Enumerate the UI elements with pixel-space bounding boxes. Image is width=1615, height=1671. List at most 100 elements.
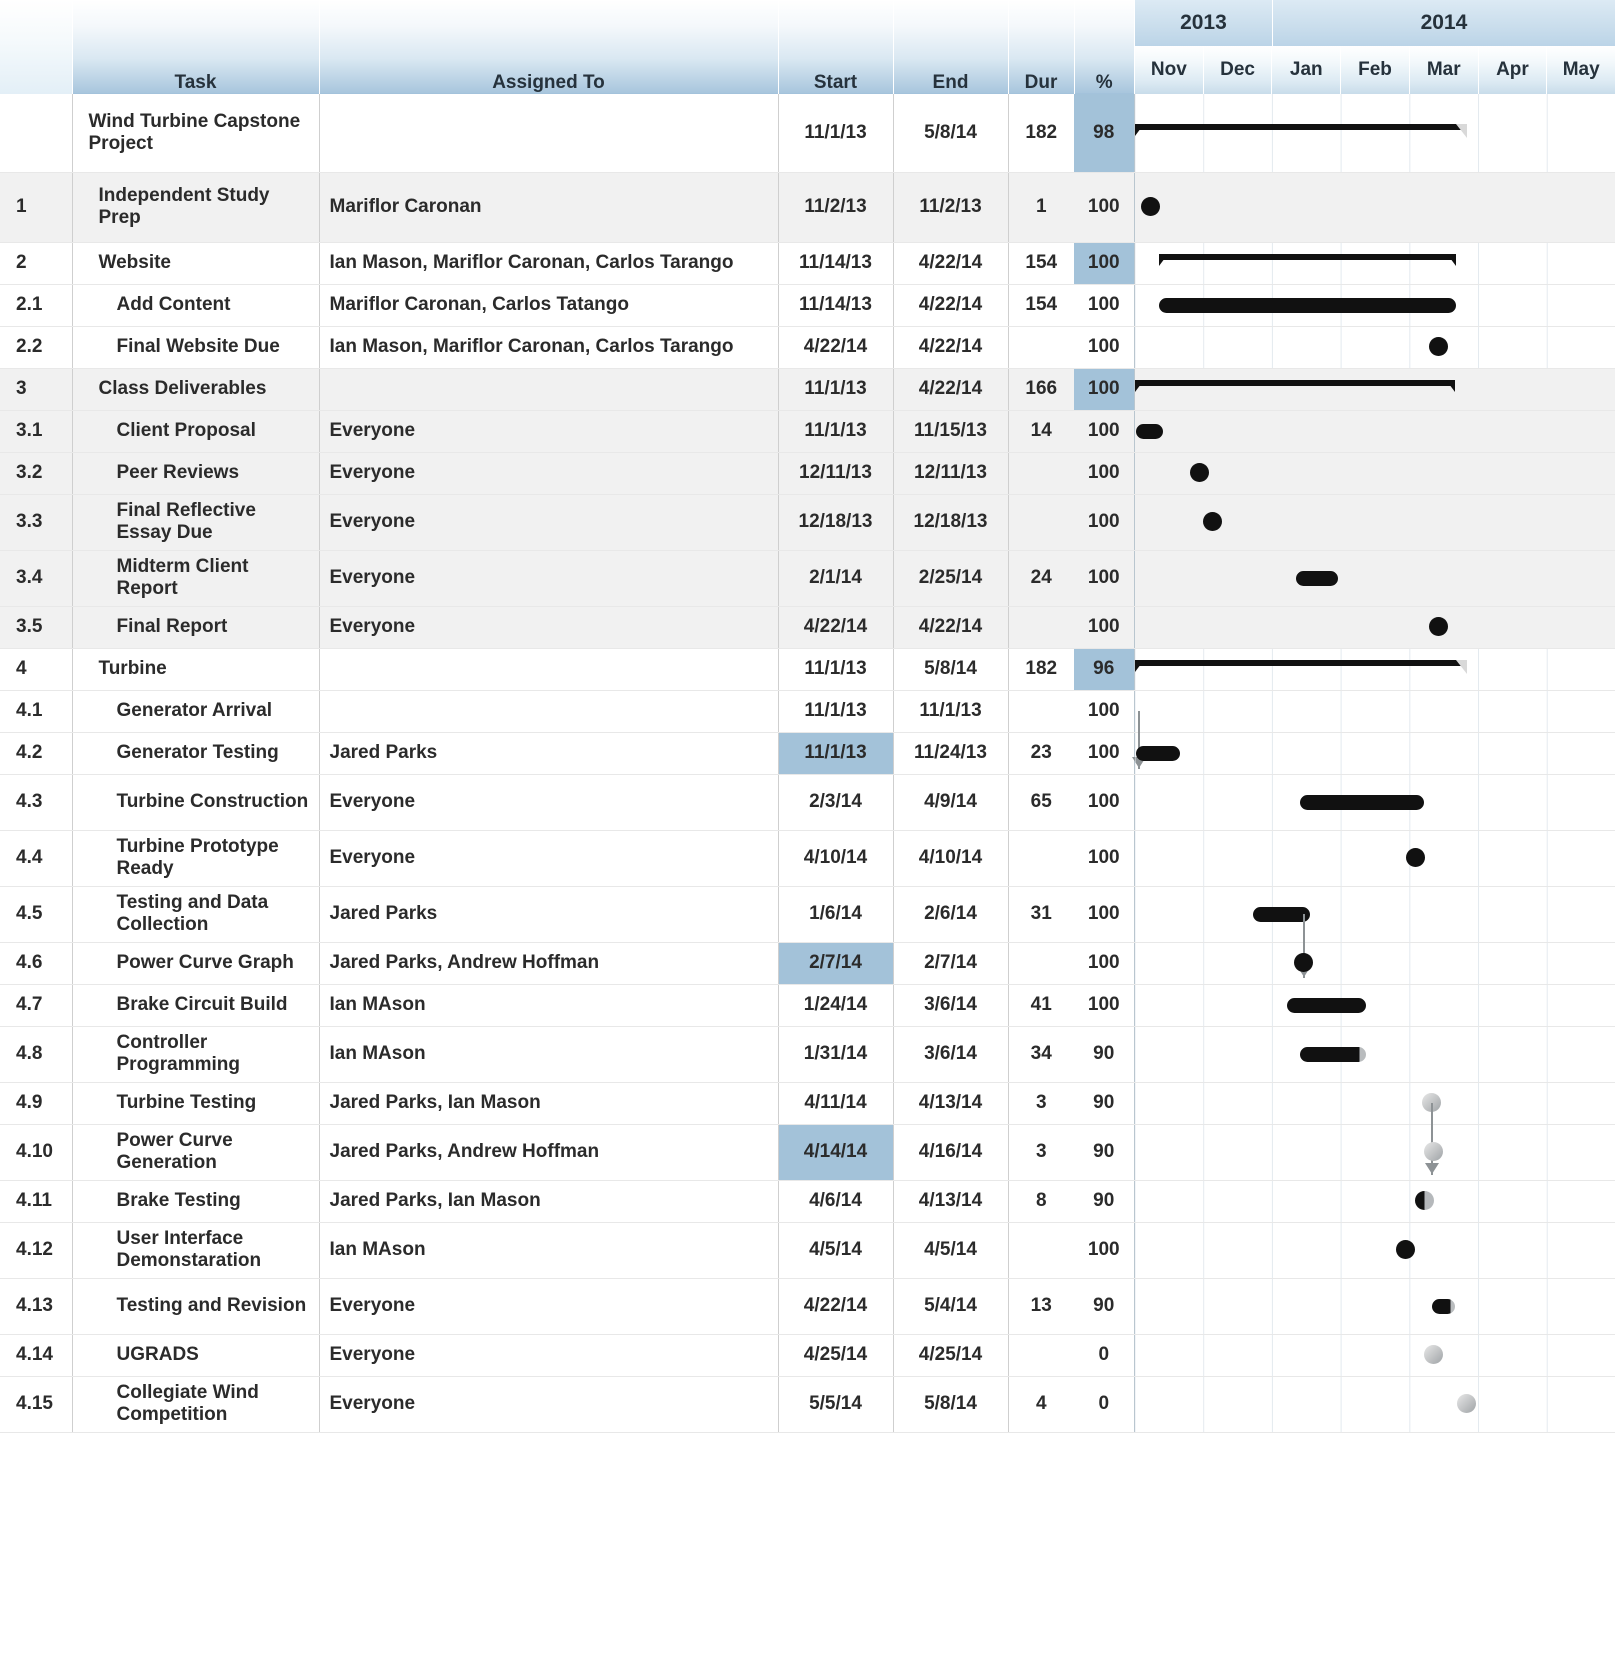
duration-cell[interactable]: 4	[1007, 1376, 1074, 1433]
gantt-bar-cell[interactable]	[1133, 1180, 1615, 1223]
header-end[interactable]: End	[892, 0, 1008, 94]
duration-cell[interactable]: 3	[1007, 1082, 1074, 1125]
task-bar[interactable]	[1299, 795, 1424, 810]
gantt-bar-cell[interactable]	[1133, 94, 1615, 173]
end-date-cell[interactable]: 12/11/13	[892, 452, 1008, 495]
percent-complete-cell[interactable]: 100	[1074, 830, 1134, 887]
table-row[interactable]: 2.2 Final Website Due Ian Mason, Mariflor …	[0, 326, 1615, 369]
table-row[interactable]: 1 Independent Study Prep Mariflor Caronan 1…	[0, 172, 1615, 243]
milestone-marker-partial[interactable]	[1414, 1191, 1434, 1210]
task-name-cell[interactable]: Generator Testing	[71, 732, 319, 775]
task-bar[interactable]	[1158, 298, 1456, 313]
duration-cell[interactable]	[1007, 1222, 1074, 1279]
gantt-bar-cell[interactable]	[1133, 1026, 1615, 1083]
end-date-cell[interactable]: 4/22/14	[892, 242, 1008, 285]
task-name-cell[interactable]: Midterm Client Report	[71, 550, 319, 607]
end-date-cell[interactable]: 4/9/14	[892, 774, 1008, 831]
start-date-cell[interactable]: 1/31/14	[777, 1026, 893, 1083]
table-row[interactable]: 4.12 User Interface Demonstaration Ian MAs…	[0, 1222, 1615, 1279]
start-date-cell[interactable]: 1/6/14	[777, 886, 893, 943]
percent-complete-cell[interactable]: 90	[1074, 1082, 1134, 1125]
percent-complete-cell[interactable]: 100	[1074, 984, 1134, 1027]
start-date-cell[interactable]: 2/7/14	[777, 942, 893, 985]
milestone-marker-incomplete[interactable]	[1423, 1142, 1443, 1161]
duration-cell[interactable]	[1007, 326, 1074, 369]
end-date-cell[interactable]: 11/24/13	[892, 732, 1008, 775]
percent-complete-cell[interactable]: 90	[1074, 1026, 1134, 1083]
table-row[interactable]: 3.2 Peer Reviews Everyone 12/11/13 12/11/13 1…	[0, 452, 1615, 495]
gantt-bar-cell[interactable]	[1133, 648, 1615, 691]
assigned-to-cell[interactable]: Everyone	[318, 606, 778, 649]
table-row[interactable]: 4.2 Generator Testing Jared Parks 11/1/13 11…	[0, 732, 1615, 775]
end-date-cell[interactable]: 11/15/13	[892, 410, 1008, 453]
gantt-bar-cell[interactable]	[1133, 942, 1615, 985]
milestone-marker[interactable]	[1405, 848, 1425, 867]
gantt-bar-cell[interactable]	[1133, 172, 1615, 243]
summary-bar[interactable]	[1158, 254, 1456, 272]
duration-cell[interactable]: 154	[1007, 284, 1074, 327]
table-row[interactable]: 2.1 Add Content Mariflor Caronan, Carlos T…	[0, 284, 1615, 327]
start-date-cell[interactable]: 11/1/13	[777, 94, 893, 173]
percent-complete-cell[interactable]: 90	[1074, 1278, 1134, 1335]
assigned-to-cell[interactable]: Everyone	[318, 410, 778, 453]
assigned-to-cell[interactable]: Everyone	[318, 550, 778, 607]
table-row[interactable]: 4.5 Testing and Data Collection Jared Park…	[0, 886, 1615, 978]
task-name-cell[interactable]: Final Report	[71, 606, 319, 649]
task-name-cell[interactable]: Turbine Testing	[71, 1082, 319, 1125]
percent-complete-cell[interactable]: 100	[1074, 242, 1134, 285]
percent-complete-cell[interactable]: 100	[1074, 606, 1134, 649]
milestone-marker-incomplete[interactable]	[1456, 1394, 1476, 1413]
gantt-bar-cell[interactable]	[1133, 1376, 1615, 1433]
task-name-cell[interactable]: Power Curve Generation	[71, 1124, 319, 1181]
task-name-cell[interactable]: Turbine Construction	[71, 774, 319, 831]
end-date-cell[interactable]: 2/25/14	[892, 550, 1008, 607]
end-date-cell[interactable]: 12/18/13	[892, 494, 1008, 551]
assigned-to-cell[interactable]: Everyone	[318, 1376, 778, 1433]
assigned-to-cell[interactable]: Jared Parks, Andrew Hoffman	[318, 942, 778, 985]
start-date-cell[interactable]: 4/6/14	[777, 1180, 893, 1223]
milestone-marker[interactable]	[1202, 512, 1222, 531]
percent-complete-cell[interactable]: 100	[1074, 550, 1134, 607]
percent-complete-cell[interactable]: 100	[1074, 494, 1134, 551]
header-percent[interactable]: %	[1073, 0, 1134, 94]
gantt-bar-cell[interactable]	[1133, 550, 1615, 607]
table-row[interactable]: 3.3 Final Reflective Essay Due Everyone 12/…	[0, 494, 1615, 551]
task-name-cell[interactable]: Testing and Data Collection	[71, 886, 319, 943]
task-bar[interactable]	[1299, 1047, 1366, 1062]
task-name-cell[interactable]: Brake Circuit Build	[71, 984, 319, 1027]
start-date-cell[interactable]: 12/11/13	[777, 452, 893, 495]
task-name-cell[interactable]: Final Reflective Essay Due	[71, 494, 319, 551]
gantt-bar-cell[interactable]	[1133, 284, 1615, 327]
duration-cell[interactable]: 34	[1007, 1026, 1074, 1083]
task-name-cell[interactable]: Testing and Revision	[71, 1278, 319, 1335]
gantt-bar-cell[interactable]	[1133, 1278, 1615, 1335]
gantt-bar-cell[interactable]	[1133, 774, 1615, 831]
gantt-bar-cell[interactable]	[1133, 326, 1615, 369]
table-row[interactable]: 4 Turbine 11/1/13 5/8/14 182 96	[0, 648, 1615, 691]
end-date-cell[interactable]: 4/22/14	[892, 606, 1008, 649]
end-date-cell[interactable]: 5/8/14	[892, 94, 1008, 173]
start-date-cell[interactable]: 4/10/14	[777, 830, 893, 887]
percent-complete-cell[interactable]: 0	[1074, 1334, 1134, 1377]
duration-cell[interactable]: 182	[1007, 94, 1074, 173]
assigned-to-cell[interactable]: Jared Parks, Andrew Hoffman	[318, 1124, 778, 1181]
start-date-cell[interactable]: 1/24/14	[777, 984, 893, 1027]
end-date-cell[interactable]: 5/8/14	[892, 1376, 1008, 1433]
start-date-cell[interactable]: 11/14/13	[777, 242, 893, 285]
assigned-to-cell[interactable]: Ian MAson	[318, 1222, 778, 1279]
start-date-cell[interactable]: 4/22/14	[777, 606, 893, 649]
gantt-bar-cell[interactable]	[1133, 1334, 1615, 1377]
table-row[interactable]: 4.7 Brake Circuit Build Ian MAson 1/24/14 3/…	[0, 984, 1615, 1027]
end-date-cell[interactable]: 5/4/14	[892, 1278, 1008, 1335]
task-name-cell[interactable]: Independent Study Prep	[71, 172, 319, 243]
end-date-cell[interactable]: 2/7/14	[892, 942, 1008, 985]
table-row[interactable]: 4.9 Turbine Testing Jared Parks, Ian Mason…	[0, 1082, 1615, 1175]
duration-cell[interactable]	[1007, 690, 1074, 733]
table-row[interactable]: 3.1 Client Proposal Everyone 11/1/13 11/15/1…	[0, 410, 1615, 453]
duration-cell[interactable]: 3	[1007, 1124, 1074, 1181]
start-date-cell[interactable]: 11/1/13	[777, 732, 893, 775]
task-name-cell[interactable]: Wind Turbine Capstone Project	[71, 94, 319, 173]
duration-cell[interactable]: 23	[1007, 732, 1074, 775]
table-row[interactable]: 4.13 Testing and Revision Everyone 4/22/14 5…	[0, 1278, 1615, 1335]
duration-cell[interactable]: 8	[1007, 1180, 1074, 1223]
